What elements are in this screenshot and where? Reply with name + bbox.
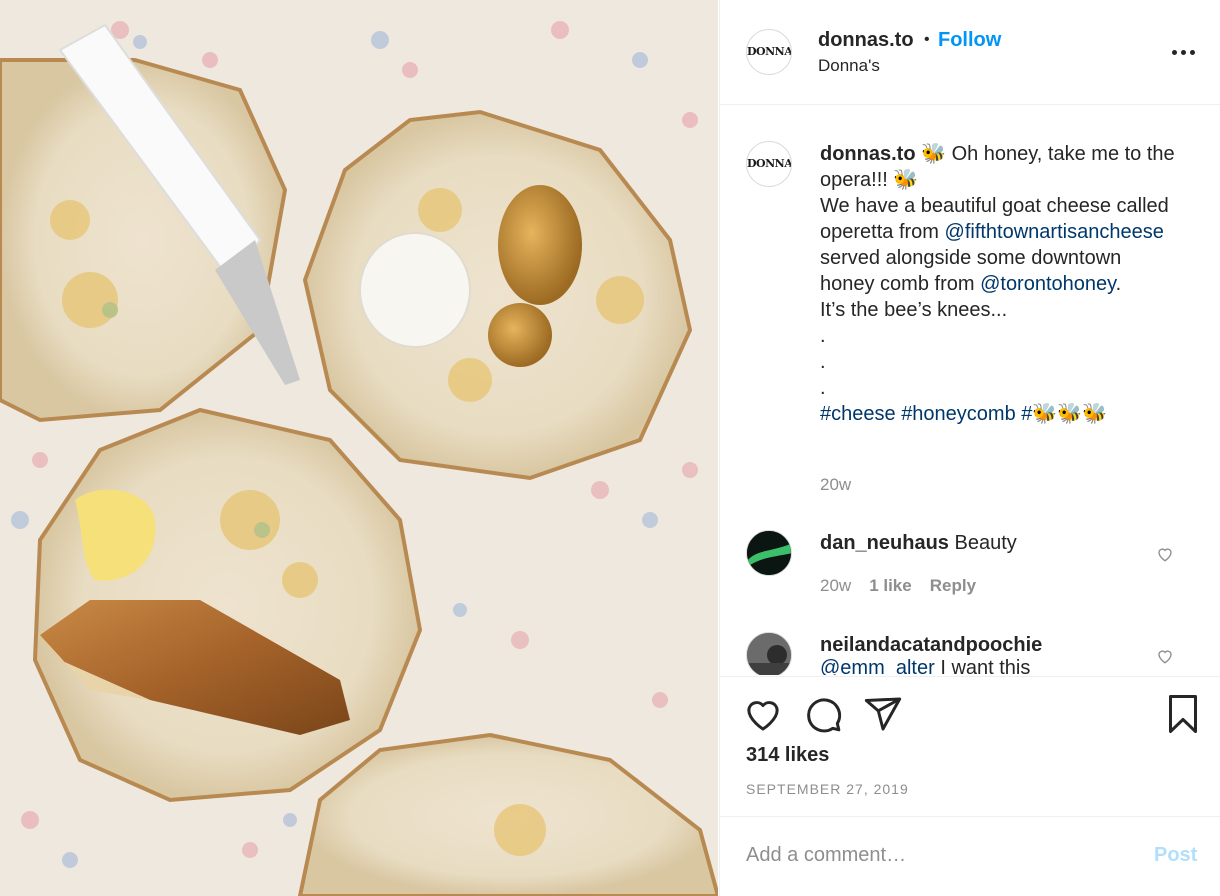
comment-text: neilandacatandpoochie @emm_alter I want … (820, 634, 1042, 675)
post-date[interactable]: SEPTEMBER 27, 2019 (746, 781, 909, 797)
post-photo[interactable] (0, 0, 718, 896)
follow-button[interactable]: Follow (938, 29, 1001, 52)
comment-likes[interactable]: 1 like (869, 576, 912, 595)
caption-text-5: It’s the bee’s knees... (820, 299, 1008, 321)
mention-link[interactable]: @fifthtownartisancheese (945, 221, 1164, 243)
more-options-icon[interactable] (1172, 38, 1200, 66)
avatar-logo-text: DONNA'S (747, 45, 792, 58)
caption-avatar[interactable]: DONNA'S (746, 141, 792, 187)
header-username[interactable]: donnas.to (818, 29, 914, 52)
post-side-panel: DONNA'S donnas.to • Follow Donna's DONNA… (719, 0, 1220, 896)
aurora-avatar-image (747, 531, 791, 575)
caption-time[interactable]: 20w (820, 475, 851, 495)
commenter-avatar[interactable] (746, 632, 792, 675)
caption-text-4: . (1115, 273, 1122, 295)
caption-username[interactable]: donnas.to (820, 143, 916, 165)
comment-time[interactable]: 20w (820, 576, 851, 595)
caption-avatar-logo-text: DONNA'S (747, 157, 792, 170)
caption-dot: . (820, 377, 826, 399)
comment-username[interactable]: neilandacatandpoochie (820, 634, 1042, 656)
comment-body: Beauty (954, 532, 1017, 554)
mention-link[interactable]: @emm_alter (820, 657, 935, 675)
add-comment-input[interactable] (746, 830, 1126, 880)
profile-avatar[interactable]: DONNA'S (746, 29, 792, 75)
reply-button[interactable]: Reply (930, 576, 976, 595)
comment-icon[interactable] (803, 694, 843, 734)
likes-count[interactable]: 314 likes (746, 744, 829, 767)
hashtag-link[interactable]: #🐝🐝🐝 (1021, 403, 1107, 425)
mention-link[interactable]: @torontohoney (980, 273, 1116, 295)
heart-icon[interactable] (743, 694, 783, 734)
hashtag-link[interactable]: #cheese (820, 403, 896, 425)
food-photo-image (0, 0, 718, 896)
comment-text: dan_neuhaus Beauty (820, 532, 1017, 555)
post-caption: donnas.to 🐝 Oh honey, take me to the ope… (820, 141, 1180, 427)
header-separator: • (924, 31, 930, 48)
bookmark-icon[interactable] (1163, 694, 1203, 734)
commenter-avatar[interactable] (746, 530, 792, 576)
post-header: DONNA'S donnas.to • Follow Donna's (720, 0, 1220, 105)
comment-username[interactable]: dan_neuhaus (820, 532, 949, 554)
comments-scroll-area[interactable]: DONNA'S donnas.to 🐝 Oh honey, take me to… (720, 105, 1220, 675)
caption-dot: . (820, 325, 826, 347)
post-actions: 314 likes SEPTEMBER 27, 2019 (720, 676, 1220, 817)
comment-heart-icon[interactable] (1156, 545, 1174, 563)
commenter-photo-image (747, 633, 791, 675)
post-comment-button[interactable]: Post (1154, 844, 1197, 867)
header-subtitle[interactable]: Donna's (818, 56, 880, 76)
comment-body: I want this (934, 657, 1031, 675)
comment-heart-icon[interactable] (1156, 647, 1174, 665)
hashtag-link[interactable]: #honeycomb (901, 403, 1016, 425)
caption-dot: . (820, 351, 826, 373)
comment-meta: 20w 1 like Reply (820, 576, 994, 596)
share-icon[interactable] (863, 694, 903, 734)
